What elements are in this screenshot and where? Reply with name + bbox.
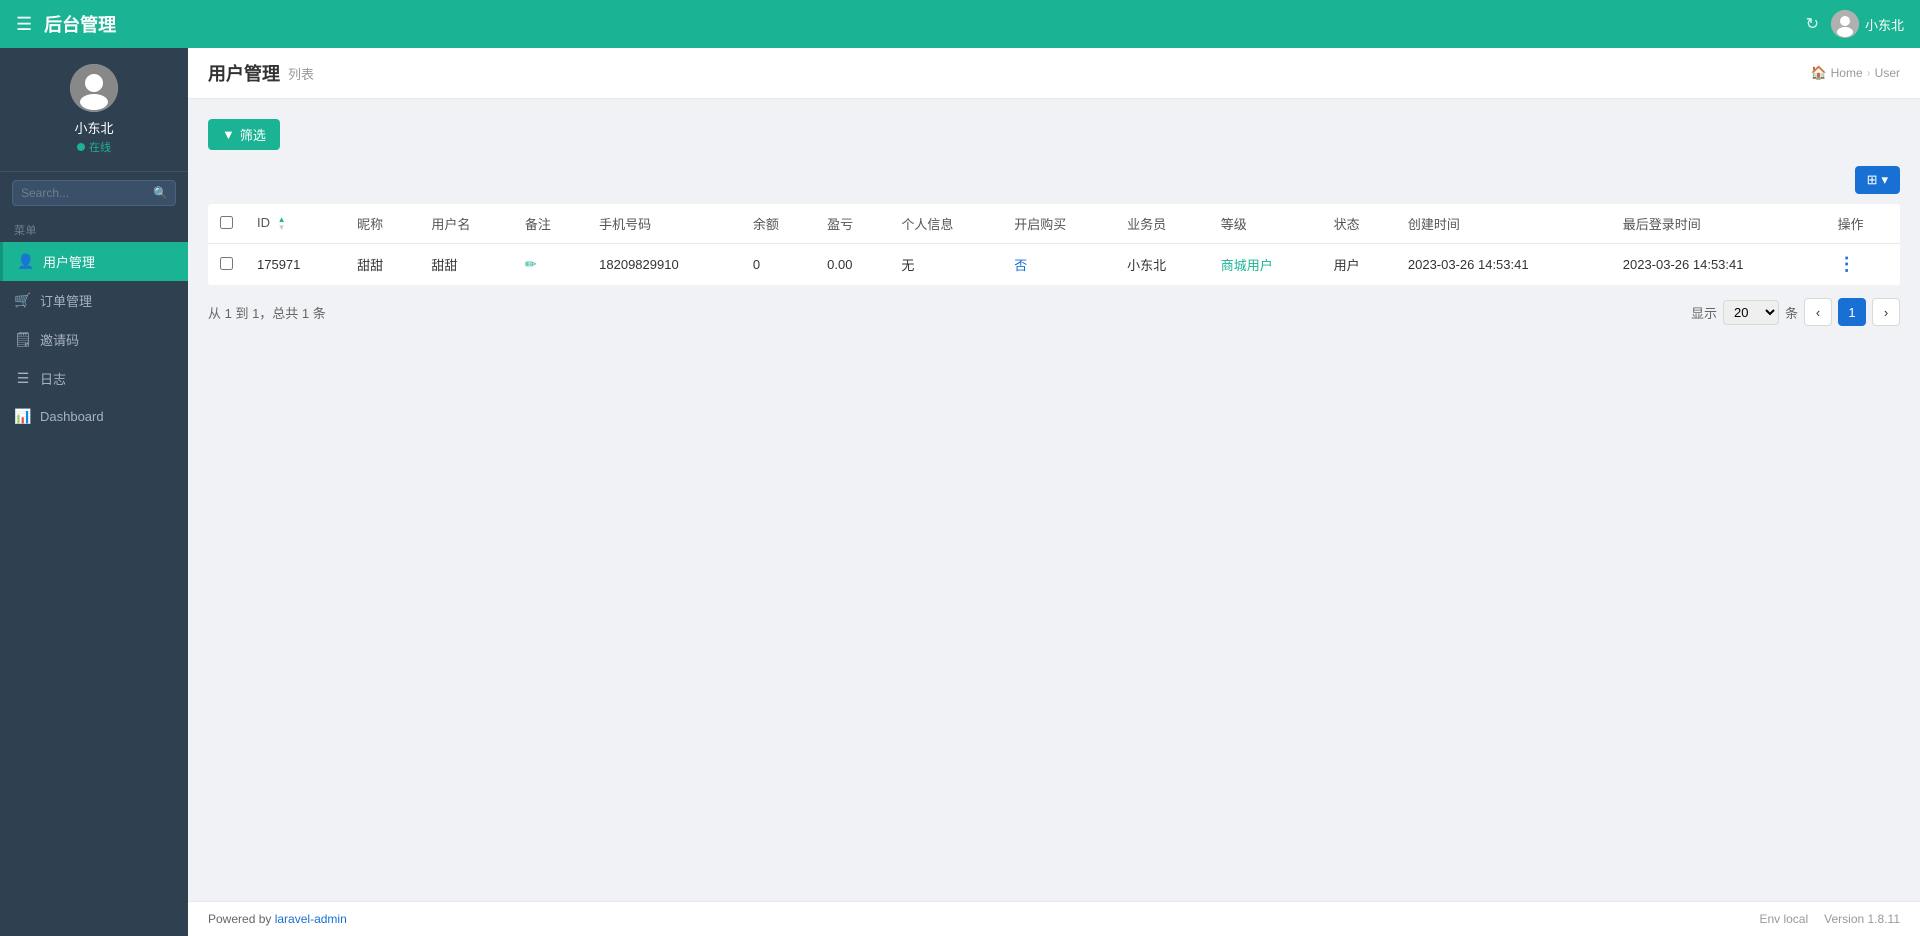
col-phone: 手机号码	[587, 204, 741, 244]
sidebar-item-user-label: 用户管理	[43, 252, 95, 271]
footer-right: Env local Version 1.8.11	[1759, 912, 1900, 926]
cell-nickname: 甜甜	[345, 244, 419, 286]
col-created-at: 创建时间	[1396, 204, 1611, 244]
home-icon: 🏠	[1810, 65, 1826, 81]
cart-icon: 🛒	[14, 292, 32, 309]
hamburger-button[interactable]: ☰	[16, 14, 32, 35]
sidebar-item-invitation-code[interactable]: 🗒 邀请码	[0, 320, 188, 359]
sidebar-item-invitation-label: 邀请码	[40, 330, 79, 349]
col-remark: 备注	[513, 204, 587, 244]
logs-icon: ☰	[14, 370, 32, 387]
user-icon: 👤	[17, 253, 35, 270]
level-link[interactable]: 商城用户	[1221, 258, 1273, 273]
display-label: 显示	[1691, 303, 1717, 322]
cell-remark: ✏	[513, 244, 587, 286]
col-last-login: 最后登录时间	[1611, 204, 1826, 244]
status-dot	[77, 143, 85, 151]
filter-bar: ▼ 筛选	[208, 119, 1900, 150]
sidebar-search-area: 🔍	[0, 172, 188, 214]
data-table: ID ▲ ▼ 昵称 用户名 备注 手机号码 余额 盈亏	[208, 204, 1900, 286]
breadcrumb-current: User	[1875, 66, 1900, 80]
breadcrumb: 🏠 Home › User	[1810, 65, 1900, 81]
cell-actions: ⋮	[1826, 244, 1900, 286]
page-size-select[interactable]: 10 20 50 100	[1723, 300, 1779, 325]
cell-level: 商城用户	[1209, 244, 1322, 286]
avatar	[1831, 10, 1859, 38]
cell-balance: 0	[741, 244, 815, 286]
cell-created-at: 2023-03-26 14:53:41	[1396, 244, 1611, 286]
col-actions: 操作	[1826, 204, 1900, 244]
table-toolbar: ⊞ ▾	[208, 166, 1900, 194]
page-subtitle: 列表	[288, 64, 314, 83]
breadcrumb-home[interactable]: Home	[1831, 66, 1863, 80]
col-level: 等级	[1209, 204, 1322, 244]
columns-button[interactable]: ⊞ ▾	[1855, 166, 1900, 194]
row-checkbox-cell	[208, 244, 245, 286]
sidebar-item-user-management[interactable]: 👤 用户管理	[0, 242, 188, 281]
col-salesperson: 业务员	[1115, 204, 1209, 244]
sidebar-status: 在线	[77, 139, 111, 155]
sidebar-username: 小东北	[74, 118, 113, 137]
dashboard-icon: 📊	[14, 408, 32, 425]
prev-page-button[interactable]: ‹	[1804, 298, 1832, 326]
footer-powered: Powered by laravel-admin	[208, 912, 347, 926]
col-nickname: 昵称	[345, 204, 419, 244]
cell-open-purchase: 否	[1002, 244, 1115, 286]
sidebar-item-dashboard[interactable]: 📊 Dashboard	[0, 398, 188, 435]
app-title: 后台管理	[44, 11, 116, 37]
cell-status: 用户	[1322, 244, 1396, 286]
menu-label: 菜单	[0, 214, 188, 242]
col-username: 用户名	[419, 204, 513, 244]
sidebar-user-section: 小东北 在线	[0, 48, 188, 172]
laravel-admin-link[interactable]: laravel-admin	[275, 912, 347, 926]
sidebar-item-dashboard-label: Dashboard	[40, 409, 104, 424]
cell-personal-info: 无	[889, 244, 1002, 286]
top-user-name: 小东北	[1865, 15, 1904, 34]
sidebar-item-order-management[interactable]: 🛒 订单管理	[0, 281, 188, 320]
filter-icon: ▼	[222, 127, 235, 142]
cell-phone: 18209829910	[587, 244, 741, 286]
user-menu[interactable]: 小东北	[1831, 10, 1904, 38]
cell-id: 175971	[245, 244, 345, 286]
version-info: Version 1.8.11	[1824, 912, 1900, 926]
col-profit-loss: 盈亏	[815, 204, 889, 244]
filter-button[interactable]: ▼ 筛选	[208, 119, 280, 150]
cell-username: 甜甜	[419, 244, 513, 286]
next-page-button[interactable]: ›	[1872, 298, 1900, 326]
pagination-info: 从 1 到 1，总共 1 条	[208, 303, 326, 322]
cell-last-login: 2023-03-26 14:53:41	[1611, 244, 1826, 286]
remark-edit-button[interactable]: ✏	[525, 256, 537, 273]
sort-icon-id: ▲ ▼	[278, 216, 286, 232]
search-input[interactable]	[12, 180, 176, 206]
search-icon: 🔍	[153, 186, 168, 200]
invitation-icon: 🗒	[14, 331, 32, 348]
sidebar-item-logs-label: 日志	[40, 369, 66, 388]
page-title: 用户管理	[208, 60, 280, 86]
select-all-checkbox[interactable]	[220, 216, 233, 229]
row-actions-button[interactable]: ⋮	[1838, 254, 1856, 275]
refresh-button[interactable]: ↻	[1806, 14, 1819, 34]
page-header: 用户管理 列表 🏠 Home › User	[188, 48, 1920, 99]
col-personal-info: 个人信息	[889, 204, 1002, 244]
col-status: 状态	[1322, 204, 1396, 244]
cell-salesperson: 小东北	[1115, 244, 1209, 286]
sidebar-item-logs[interactable]: ☰ 日志	[0, 359, 188, 398]
env-info: Env local	[1759, 912, 1808, 926]
cell-profit-loss: 0.00	[815, 244, 889, 286]
pagination-area: 从 1 到 1，总共 1 条 显示 10 20 50 100 条 ‹ 1 ›	[208, 286, 1900, 326]
col-balance: 余额	[741, 204, 815, 244]
sidebar-item-order-label: 订单管理	[40, 291, 92, 310]
pagination-controls: 显示 10 20 50 100 条 ‹ 1 ›	[1691, 298, 1900, 326]
row-checkbox[interactable]	[220, 257, 233, 270]
col-id: ID ▲ ▼	[245, 204, 345, 244]
columns-icon: ⊞	[1867, 172, 1878, 188]
sidebar-avatar	[70, 64, 118, 112]
per-page-label: 条	[1785, 303, 1798, 322]
page-1-button[interactable]: 1	[1838, 298, 1866, 326]
open-purchase-link[interactable]: 否	[1014, 258, 1027, 273]
col-open-purchase: 开启购买	[1002, 204, 1115, 244]
select-all-header	[208, 204, 245, 244]
footer: Powered by laravel-admin Env local Versi…	[188, 901, 1920, 936]
table-row: 175971 甜甜 甜甜 ✏ 18209829910 0 0.00 无 否 小东…	[208, 244, 1900, 286]
